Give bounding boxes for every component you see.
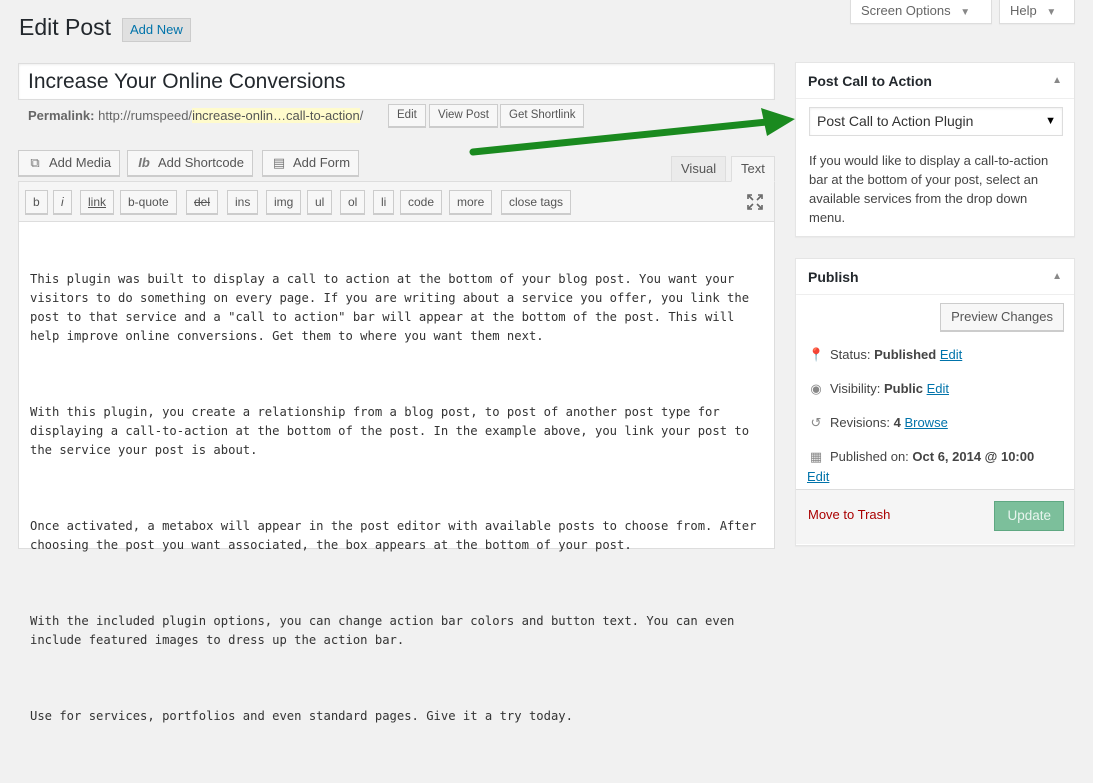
add-new-button[interactable]: Add New: [122, 18, 191, 42]
cta-metabox: Post Call to Action ▲ Post Call to Actio…: [795, 62, 1075, 237]
publish-metabox: Publish ▲ Preview Changes 📍 Status: Publi…: [795, 258, 1075, 546]
green-arrow-icon: [469, 108, 795, 156]
add-form-button[interactable]: ▤ Add Form: [262, 150, 360, 176]
visibility-edit-link[interactable]: Edit: [927, 381, 949, 396]
help-tab[interactable]: Help ▼: [999, 0, 1075, 24]
post-content-textarea[interactable]: This plugin was built to display a call …: [30, 232, 765, 783]
qt-code-button[interactable]: code: [400, 190, 443, 214]
edit-permalink-button[interactable]: Edit: [388, 104, 426, 127]
text-editor[interactable]: b i link b-quote del ins img ul ol li co…: [18, 181, 775, 723]
shortcode-icon: Ib: [138, 155, 150, 170]
form-icon: ▤: [272, 155, 286, 170]
post-title-input[interactable]: Increase Your Online Conversions: [18, 63, 775, 100]
cta-description: If you would like to display a call-to-a…: [809, 153, 1049, 225]
qt-close-tags-button[interactable]: close tags: [501, 190, 572, 214]
screen-options-tab[interactable]: Screen Options ▼: [850, 0, 992, 24]
cta-select-value: Post Call to Action Plugin: [817, 113, 974, 129]
qt-del-button[interactable]: del: [186, 190, 219, 214]
qt-italic-button[interactable]: i: [53, 190, 72, 214]
fullscreen-icon[interactable]: [746, 193, 764, 211]
content-paragraph: Once activated, a metabox will appear in…: [30, 519, 764, 552]
add-shortcode-button[interactable]: Ib Add Shortcode: [127, 150, 254, 176]
visibility-value: Public: [883, 381, 923, 396]
published-edit-row: Edit: [807, 467, 829, 486]
pin-icon: 📍: [808, 347, 825, 362]
tab-text[interactable]: Text: [731, 156, 775, 182]
page-title: Edit Post: [19, 14, 112, 40]
permalink-base: http://rumspeed/: [98, 108, 193, 123]
revisions-browse-link[interactable]: Browse: [904, 415, 947, 430]
publish-metabox-title: Publish: [808, 269, 859, 285]
revisions-label: Revisions:: [830, 415, 890, 430]
caret-down-icon: ▼: [960, 7, 971, 18]
content-paragraph: With the included plugin options, you ca…: [30, 614, 742, 647]
history-icon: ↺: [810, 415, 822, 430]
content-paragraph: Use for services, portfolios and even st…: [30, 709, 573, 723]
update-button[interactable]: Update: [994, 501, 1064, 531]
chevron-down-icon: ▼: [1045, 115, 1056, 127]
published-date: Oct 6, 2014 @ 10:00: [912, 449, 1035, 464]
permalink-end: /: [359, 108, 364, 123]
visibility-row: ◉ Visibility: Public Edit: [808, 379, 949, 398]
cta-metabox-header[interactable]: Post Call to Action ▲: [796, 63, 1074, 99]
status-label: Status:: [830, 347, 871, 362]
qt-li-button[interactable]: li: [373, 190, 395, 214]
published-edit-link[interactable]: Edit: [807, 469, 829, 484]
add-media-label: Add Media: [49, 155, 112, 170]
preview-changes-button[interactable]: Preview Changes: [940, 303, 1064, 331]
status-edit-link[interactable]: Edit: [940, 347, 962, 362]
qt-bquote-button[interactable]: b-quote: [120, 190, 177, 214]
qt-ins-button[interactable]: ins: [227, 190, 259, 214]
media-icon: ⧉: [30, 155, 40, 170]
calendar-icon: ▦: [809, 449, 823, 464]
permalink-row: Permalink: http://rumspeed/increase-onli…: [28, 107, 363, 125]
qt-bold-button[interactable]: b: [25, 190, 48, 214]
content-paragraph: With this plugin, you create a relations…: [30, 405, 757, 457]
add-shortcode-label: Add Shortcode: [158, 155, 245, 170]
publish-metabox-header[interactable]: Publish ▲: [796, 259, 1074, 295]
triangle-up-icon[interactable]: ▲: [1052, 63, 1062, 99]
cta-metabox-title: Post Call to Action: [808, 73, 932, 89]
cta-select[interactable]: Post Call to Action Plugin ▼: [809, 107, 1063, 136]
triangle-up-icon[interactable]: ▲: [1052, 259, 1062, 295]
qt-ol-button[interactable]: ol: [340, 190, 366, 214]
qt-more-button[interactable]: more: [449, 190, 493, 214]
publish-actions: Move to Trash Update: [796, 489, 1074, 544]
add-form-label: Add Form: [293, 155, 351, 170]
qt-img-button[interactable]: img: [266, 190, 302, 214]
qt-ul-button[interactable]: ul: [307, 190, 333, 214]
permalink-label: Permalink:: [28, 108, 95, 123]
revisions-row: ↺ Revisions: 4 Browse: [808, 413, 948, 432]
screen-options-label: Screen Options: [861, 3, 951, 18]
quicktags-toolbar: b i link b-quote del ins img ul ol li co…: [19, 182, 774, 222]
qt-link-button[interactable]: link: [80, 190, 115, 214]
revisions-count: 4: [893, 415, 901, 430]
published-on-row: ▦ Published on: Oct 6, 2014 @ 10:00: [808, 447, 1034, 466]
move-to-trash-link[interactable]: Move to Trash: [808, 507, 890, 522]
published-label: Published on:: [830, 449, 909, 464]
eye-icon: ◉: [810, 381, 822, 396]
content-paragraph: This plugin was built to display a call …: [30, 272, 757, 343]
caret-down-icon: ▼: [1046, 7, 1057, 18]
status-row: 📍 Status: Published Edit: [808, 345, 962, 364]
help-label: Help: [1010, 3, 1037, 18]
add-media-button[interactable]: ⧉ Add Media: [18, 150, 121, 176]
visibility-label: Visibility:: [830, 381, 881, 396]
status-value: Published: [874, 347, 937, 362]
permalink-slug[interactable]: increase-onlin…call-to-action: [192, 108, 360, 123]
